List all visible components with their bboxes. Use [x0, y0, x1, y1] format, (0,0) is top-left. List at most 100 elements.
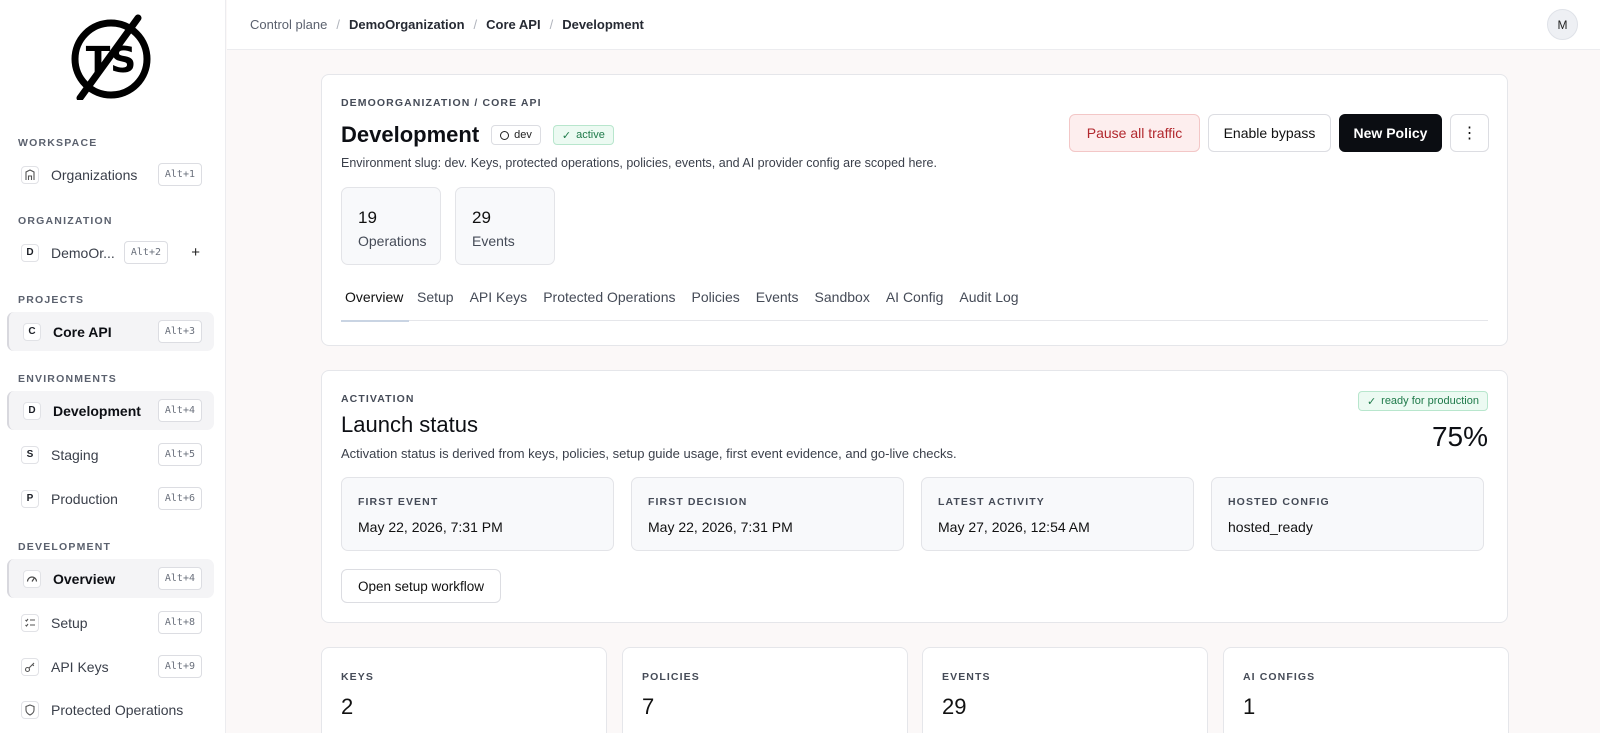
breadcrumb-project[interactable]: Core API [486, 17, 540, 32]
shortcut-hint: Alt+3 [157, 320, 202, 343]
sidebar-item-organizations[interactable]: Organizations Alt+1 [7, 155, 214, 194]
info-label: LATEST ACTIVITY [938, 496, 1045, 508]
activation-title: Launch status [341, 412, 478, 437]
tab-api-keys[interactable]: API Keys [462, 289, 536, 321]
breadcrumb-separator: / [336, 17, 340, 32]
shortcut-hint: Alt+5 [157, 443, 202, 466]
shortcut-hint: Alt+1 [157, 163, 202, 186]
sidebar-item-core-api[interactable]: C Core API Alt+3 [7, 312, 214, 351]
section-label-projects: PROJECTS [18, 294, 85, 306]
stat-operations[interactable]: 19 Operations [341, 187, 441, 265]
shield-icon [21, 700, 39, 719]
metric-value: 7 [642, 694, 655, 719]
tab-audit-log[interactable]: Audit Log [951, 289, 1026, 321]
tab-sandbox[interactable]: Sandbox [807, 289, 878, 321]
sidebar-item-label: Setup [51, 614, 88, 631]
sidebar-item-development[interactable]: D Development Alt+4 [7, 391, 214, 430]
readiness-badge: ✓ ready for production [1357, 391, 1488, 411]
sidebar-item-label: Overview [53, 570, 116, 587]
checklist-icon [21, 613, 39, 632]
stat-value: 29 [472, 208, 491, 227]
metric-label: EVENTS [942, 671, 991, 683]
env-badge: D [23, 401, 41, 420]
metric-label: KEYS [341, 671, 374, 683]
sidebar-item-label: DemoOr... [51, 244, 115, 261]
metric-value: 1 [1243, 694, 1256, 719]
section-label-workspace: WORKSPACE [18, 137, 98, 149]
env-badge: P [21, 489, 39, 508]
activation-percent: 75% [1431, 421, 1488, 452]
stat-events[interactable]: 29 Events [455, 187, 555, 265]
stat-value: 19 [358, 208, 377, 227]
tab-overview[interactable]: Overview [341, 289, 409, 322]
sidebar-item-production[interactable]: P Production Alt+6 [7, 479, 214, 518]
metric-label: POLICIES [642, 671, 700, 683]
environment-tabs: Overview Setup API Keys Protected Operat… [341, 289, 1488, 322]
metric-value: 2 [341, 694, 354, 719]
breadcrumb-separator: / [549, 17, 554, 32]
sidebar-item-api-keys[interactable]: API Keys Alt+9 [7, 647, 214, 686]
shortcut-hint: Alt+9 [157, 655, 202, 678]
info-value: May 22, 2026, 7:31 PM [358, 519, 503, 535]
section-label-environments: ENVIRONMENTS [18, 373, 117, 385]
metric-value: 29 [942, 694, 967, 719]
circle-icon [500, 130, 510, 140]
breadcrumb-control-plane[interactable]: Control plane [250, 17, 327, 32]
sidebar-item-label: API Keys [51, 658, 109, 675]
shortcut-hint: Alt+4 [157, 399, 202, 422]
readiness-badge-label: ready for production [1381, 395, 1479, 407]
sidebar-item-label: Core API [53, 323, 112, 340]
env-pill-label: dev [514, 129, 532, 141]
metric-card-ai-configs[interactable]: AI CONFIGS 1 [1223, 647, 1509, 733]
brand-logo-icon[interactable]: TS [68, 14, 154, 100]
metric-card-events[interactable]: EVENTS 29 [922, 647, 1208, 733]
stat-label: Events [472, 233, 515, 249]
open-setup-workflow-button[interactable]: Open setup workflow [341, 569, 501, 603]
tab-policies[interactable]: Policies [683, 289, 747, 321]
sidebar-item-setup[interactable]: Setup Alt+8 [7, 603, 214, 642]
more-options-icon[interactable]: ⋮ [1450, 114, 1489, 152]
sidebar: TS WORKSPACE Organizations Alt+1 ORGANIZ… [0, 0, 226, 733]
new-policy-button[interactable]: New Policy [1339, 114, 1442, 152]
sidebar-item-staging[interactable]: S Staging Alt+5 [7, 435, 214, 474]
activation-card: ACTIVATION Launch status Activation stat… [321, 370, 1508, 623]
info-label: FIRST DECISION [648, 496, 748, 508]
pause-all-traffic-button[interactable]: Pause all traffic [1069, 114, 1200, 152]
sidebar-item-demoorganization[interactable]: D DemoOr... Alt+2 + [7, 233, 214, 272]
enable-bypass-button[interactable]: Enable bypass [1208, 114, 1331, 152]
svg-text:TS: TS [86, 40, 136, 81]
info-value: hosted_ready [1228, 519, 1313, 535]
org-badge: D [21, 243, 39, 262]
info-value: May 27, 2026, 12:54 AM [938, 519, 1090, 535]
info-value: May 22, 2026, 7:31 PM [648, 519, 793, 535]
add-organization-button[interactable]: + [191, 244, 200, 261]
env-pill: dev [491, 125, 541, 145]
user-avatar[interactable]: M [1547, 9, 1578, 40]
info-first-decision: FIRST DECISION May 22, 2026, 7:31 PM [631, 477, 904, 551]
shortcut-hint: Alt+8 [157, 611, 202, 634]
status-badge: ✓ active [552, 125, 614, 145]
sidebar-item-label: Protected Operations [51, 701, 184, 718]
metric-card-policies[interactable]: POLICIES 7 [622, 647, 908, 733]
tab-events[interactable]: Events [748, 289, 807, 321]
header-description: Environment slug: dev. Keys, protected o… [341, 156, 937, 170]
shortcut-hint: Alt+6 [157, 487, 202, 510]
sidebar-item-label: Staging [51, 446, 99, 463]
sidebar-item-protected-operations[interactable]: Protected Operations [7, 690, 214, 729]
tab-protected-operations[interactable]: Protected Operations [535, 289, 683, 321]
section-label-development: DEVELOPMENT [18, 541, 112, 553]
info-first-event: FIRST EVENT May 22, 2026, 7:31 PM [341, 477, 614, 551]
info-label: HOSTED CONFIG [1228, 496, 1330, 508]
sidebar-item-label: Organizations [51, 166, 138, 183]
environment-header-card: DEMOORGANIZATION / CORE API Development … [321, 74, 1508, 346]
tab-setup[interactable]: Setup [409, 289, 462, 321]
metric-card-keys[interactable]: KEYS 2 [321, 647, 607, 733]
breadcrumb-organization[interactable]: DemoOrganization [349, 17, 465, 32]
tab-ai-config[interactable]: AI Config [878, 289, 952, 321]
project-badge: C [23, 322, 41, 341]
page-title: Development [341, 122, 480, 147]
sidebar-item-overview[interactable]: Overview Alt+4 [7, 559, 214, 598]
key-icon [21, 657, 39, 676]
info-latest-activity: LATEST ACTIVITY May 27, 2026, 12:54 AM [921, 477, 1194, 551]
shortcut-hint: Alt+4 [157, 567, 202, 590]
